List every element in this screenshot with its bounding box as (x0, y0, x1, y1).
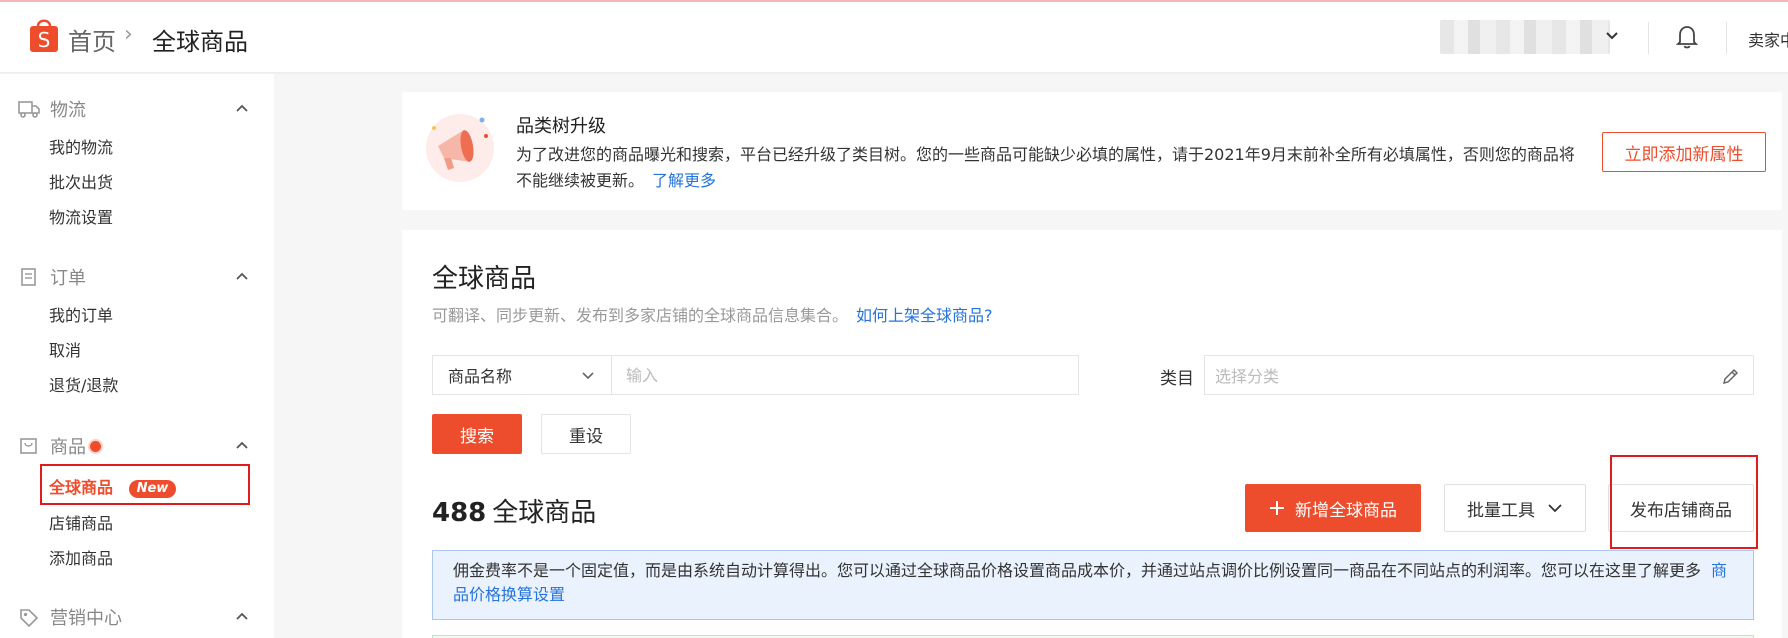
category-placeholder: 选择分类 (1215, 367, 1280, 386)
account-name-blurred[interactable] (1440, 20, 1610, 54)
plus-icon (1270, 501, 1284, 515)
breadcrumb-home[interactable]: 首页 (68, 22, 116, 57)
add-button-label: 新增全球商品 (1295, 500, 1397, 521)
bulk-button-label: 批量工具 (1467, 500, 1535, 521)
chevron-up-icon[interactable] (234, 608, 250, 624)
select-value: 商品名称 (448, 367, 513, 386)
sidebar-item-add-product[interactable]: 添加商品 (49, 545, 113, 569)
truck-icon (18, 101, 40, 118)
bulk-tools-button[interactable]: 批量工具 (1444, 484, 1586, 532)
how-to-list-link[interactable]: 如何上架全球商品? (856, 306, 993, 325)
chevron-up-icon[interactable] (234, 437, 250, 453)
search-button[interactable]: 搜索 (432, 414, 522, 454)
pencil-icon[interactable] (1721, 366, 1741, 386)
bell-icon[interactable] (1675, 24, 1699, 50)
seller-center-link[interactable]: 卖家中心 (1748, 27, 1788, 51)
search-field-select[interactable]: 商品名称 (432, 355, 612, 395)
reset-button[interactable]: 重设 (541, 414, 631, 454)
highlight-box-publish (1610, 455, 1758, 549)
subtitle-text: 可翻译、同步更新、发布到多家店铺的全球商品信息集合。 (432, 306, 849, 325)
sidebar-section-title: 物流 (50, 100, 86, 121)
search-input[interactable] (611, 355, 1079, 395)
add-attributes-button[interactable]: 立即添加新属性 (1602, 132, 1766, 172)
sidebar-section-title: 商品 (50, 437, 86, 458)
sidebar-section-title: 订单 (50, 268, 86, 289)
category-upgrade-banner: 品类树升级 为了改进您的商品曝光和搜索，平台已经升级了类目树。您的一些商品可能缺… (402, 92, 1782, 210)
bag-icon (20, 438, 37, 454)
commission-info-box: 佣金费率不是一个固定值，而是由系统自动计算得出。您可以通过全球商品价格设置商品成… (432, 550, 1754, 620)
tag-icon (20, 609, 39, 627)
sidebar-item-my-logistics[interactable]: 我的物流 (49, 134, 113, 158)
chevron-up-icon[interactable] (234, 268, 250, 284)
product-count-label: 全球商品 (492, 498, 597, 528)
banner-text: 为了改进您的商品曝光和搜索，平台已经升级了类目树。您的一些商品可能缺少必填的属性… (516, 142, 1576, 194)
megaphone-icon (426, 114, 494, 182)
chevron-down-icon[interactable] (1604, 28, 1620, 44)
header-divider (1726, 22, 1727, 54)
page-title: 全球商品 (432, 264, 537, 294)
info-text: 佣金费率不是一个固定值，而是由系统自动计算得出。您可以通过全球商品价格设置商品成… (453, 561, 1702, 580)
chevron-down-icon (1548, 504, 1562, 513)
sidebar-item-cancel[interactable]: 取消 (49, 337, 81, 361)
sidebar-item-my-orders[interactable]: 我的订单 (49, 302, 113, 326)
add-global-product-button[interactable]: 新增全球商品 (1245, 484, 1421, 532)
sidebar-section-marketing[interactable]: 营销中心 (18, 604, 122, 630)
product-count: 488 全球商品 (432, 492, 596, 529)
sidebar-item-shop-products[interactable]: 店铺商品 (49, 510, 113, 534)
banner-title: 品类树升级 (516, 116, 606, 137)
page-subtitle: 可翻译、同步更新、发布到多家店铺的全球商品信息集合。 如何上架全球商品? (432, 302, 993, 326)
sidebar-item-logistics-settings[interactable]: 物流设置 (49, 204, 113, 228)
sidebar-section-orders[interactable]: 订单 (18, 264, 86, 290)
product-count-number: 488 (432, 498, 487, 528)
breadcrumb-current: 全球商品 (152, 28, 248, 56)
sidebar-section-title: 营销中心 (50, 608, 122, 629)
category-picker[interactable]: 选择分类 (1204, 355, 1754, 395)
category-label: 类目 (1160, 369, 1194, 389)
notification-dot (90, 440, 101, 452)
shop-logo-icon[interactable]: S (28, 16, 60, 54)
header-divider (1648, 22, 1649, 54)
sidebar: 物流 我的物流 批次出货 物流设置 订单 我的订单 取消 退货/退款 商品 全球… (0, 74, 274, 638)
breadcrumb-separator: › (124, 22, 133, 47)
highlight-box-sidebar (40, 464, 250, 505)
chevron-up-icon[interactable] (234, 100, 250, 116)
sidebar-section-products[interactable]: 商品 (18, 433, 101, 459)
top-header: S 首页 › 全球商品 卖家中心 (0, 2, 1788, 72)
sidebar-item-batch-shipping[interactable]: 批次出货 (49, 169, 113, 193)
logo-letter: S (38, 28, 51, 52)
sidebar-item-returns[interactable]: 退货/退款 (49, 372, 118, 396)
global-products-card: 全球商品 可翻译、同步更新、发布到多家店铺的全球商品信息集合。 如何上架全球商品?… (402, 230, 1782, 638)
sidebar-section-logistics[interactable]: 物流 (18, 96, 86, 122)
clipboard-icon (21, 268, 36, 286)
learn-more-link[interactable]: 了解更多 (652, 171, 716, 190)
chevron-down-icon (582, 372, 594, 380)
